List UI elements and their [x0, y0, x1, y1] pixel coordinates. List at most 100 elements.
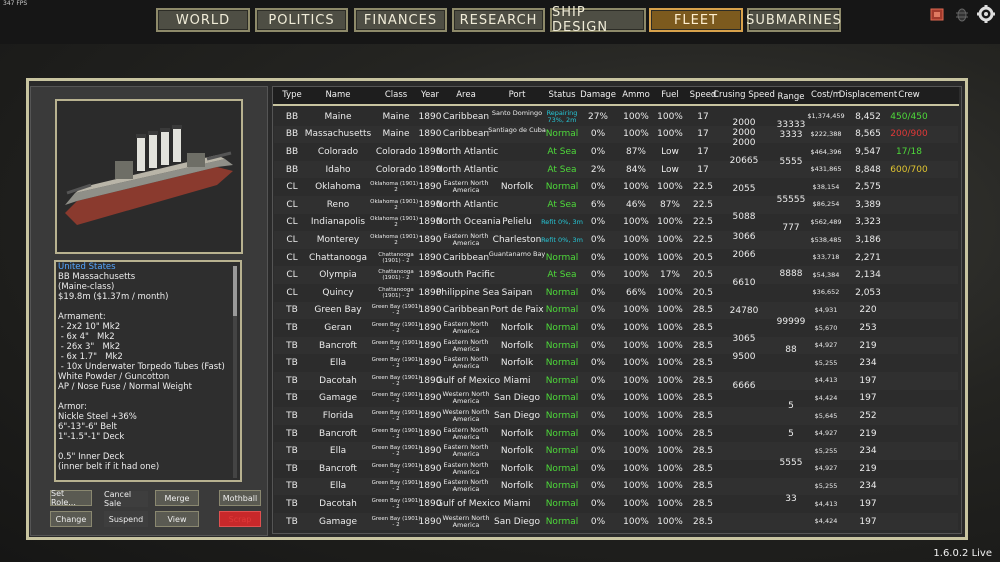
- change-button[interactable]: Change: [50, 511, 92, 527]
- cell-disp: 2,053: [855, 287, 881, 298]
- description-line: AP / Nose Fuse / Normal Weight: [58, 382, 192, 392]
- cell-name: Ella: [329, 446, 347, 457]
- cell-speed: 28.5: [692, 446, 714, 457]
- nav-tab-politics[interactable]: POLITICS: [255, 8, 348, 32]
- ship-preview: [55, 99, 243, 254]
- cell-name: Ella: [329, 358, 347, 369]
- range-value: 33: [785, 494, 797, 504]
- description-line: - 6x 4" Mk2: [58, 332, 115, 342]
- cell-port: Santo Domingo: [491, 108, 543, 117]
- cell-name: Oklahoma: [315, 182, 361, 193]
- cell-area: Eastern North America: [443, 355, 489, 371]
- cell-speed: 28.5: [692, 428, 714, 439]
- range-value: 5: [788, 429, 794, 439]
- cell-disp: 3,389: [855, 199, 881, 210]
- cruising-speed-value: 2055: [732, 184, 756, 194]
- cell-area: North Atlantic: [436, 199, 499, 210]
- version-label: 1.6.0.2 Live: [933, 548, 992, 559]
- nav-tab-fleet[interactable]: FLEET: [649, 8, 743, 32]
- nav-tab-research[interactable]: RESEARCH: [452, 8, 545, 32]
- cell-area: Eastern North America: [443, 460, 489, 476]
- cell-disp: 2,271: [855, 252, 881, 263]
- nav-tab-submarines[interactable]: SUBMARINES: [746, 8, 841, 32]
- description-line: (Maine-class): [58, 282, 115, 292]
- nav-tab-finances[interactable]: FINANCES: [354, 8, 447, 32]
- cell-crew: 450/450: [890, 111, 928, 122]
- fps-counter: 347 FPS: [3, 0, 28, 7]
- description-line: White Powder / Guncotton: [58, 372, 170, 382]
- description-line: (inner belt if it had one): [58, 462, 160, 472]
- cell-name: Reno: [326, 199, 350, 210]
- cell-name: Monterey: [316, 235, 360, 245]
- range-value: 8888: [779, 269, 803, 279]
- cell-disp: 3,323: [855, 217, 881, 228]
- description-scroll-thumb[interactable]: [233, 266, 237, 316]
- gear-icon[interactable]: [976, 4, 996, 24]
- cell-speed: 28.5: [692, 463, 714, 474]
- description-line: - 10x Underwater Torpedo Tubes (Fast): [58, 362, 225, 372]
- cell-area: Eastern North America: [443, 478, 489, 494]
- range-value: 3333: [779, 130, 803, 140]
- cell-area: North Atlantic: [436, 147, 499, 157]
- cell-area: Western North America: [442, 513, 490, 529]
- ship-model-image: [57, 101, 241, 252]
- description-line: [56, 392, 240, 402]
- cell-speed: 17: [697, 164, 709, 175]
- cell-area: Eastern North America: [443, 443, 489, 459]
- cell-area: Eastern North America: [443, 425, 489, 441]
- cruising-speed-value: 6610: [732, 278, 756, 288]
- description-line: - 26x 3" Mk2: [58, 342, 121, 352]
- cell-area: North Atlantic: [436, 164, 499, 175]
- range-value: 33333: [776, 120, 806, 130]
- description-line: Armament:: [58, 312, 106, 322]
- nav-tab-world[interactable]: WORLD: [156, 8, 250, 32]
- cell-crew: 17/18: [896, 147, 922, 157]
- cell-speed: 28.5: [692, 393, 714, 404]
- view-button[interactable]: View: [155, 511, 199, 527]
- description-line: 0.5" Inner Deck: [58, 452, 125, 462]
- ship-description-lines: United States BB Massachusetts (Maine-clas…: [56, 262, 240, 480]
- description-line: Nickle Steel +36%: [58, 412, 137, 422]
- description-line: [56, 302, 240, 312]
- cell-disp: 197: [859, 516, 877, 527]
- cell-crew: 600/700: [890, 164, 928, 175]
- cruising-speed-value: 2066: [732, 250, 756, 260]
- cell-disp: 2,134: [855, 270, 881, 281]
- description-line: $19.8m ($1.37m / month): [58, 292, 169, 302]
- cell-name: Ella: [329, 481, 347, 492]
- mothball-button[interactable]: Mothball: [219, 490, 261, 506]
- cell-name: Green Bay: [314, 305, 362, 316]
- cell-name: Bancroft: [319, 340, 357, 351]
- cell-area: Western North America: [442, 408, 490, 423]
- cell-name: Bancroft: [319, 428, 357, 439]
- nav-tab-ship-design[interactable]: SHIP DESIGN: [550, 5, 646, 35]
- range-value: 88: [785, 345, 797, 355]
- cell-name: Chattanooga: [308, 252, 368, 263]
- cell-name: Bancroft: [319, 463, 357, 474]
- cell-disp: 197: [859, 393, 877, 404]
- cell-speed: 28.5: [692, 411, 714, 421]
- cancel-sale-button[interactable]: Cancel Sale: [104, 490, 148, 508]
- stamp-icon[interactable]: [928, 5, 946, 23]
- cell-disp: 234: [859, 358, 877, 369]
- cell-crew: 200/900: [890, 129, 928, 140]
- cell-name: Quincy: [322, 287, 354, 298]
- merge-button[interactable]: Merge: [155, 490, 199, 506]
- cell-name: Gamage: [318, 393, 358, 404]
- cell-disp: 197: [859, 375, 877, 386]
- set-role-button[interactable]: Set Role...: [50, 489, 92, 507]
- description-line: United States: [58, 262, 116, 272]
- description-line: - 2x2 10" Mk2: [58, 322, 121, 332]
- cell-disp: 219: [859, 463, 877, 474]
- description-line: BB Massachusetts: [58, 272, 136, 282]
- cruising-speed-value: 24780: [729, 306, 759, 316]
- range-value: 5: [788, 401, 794, 411]
- cell-name: Florida: [322, 411, 354, 421]
- cell-disp: 219: [859, 428, 877, 439]
- suspend-button[interactable]: Suspend: [104, 511, 148, 527]
- column-header-crew[interactable]: Crew: [869, 90, 949, 100]
- scrap-button[interactable]: Scrap: [219, 511, 261, 527]
- cell-disp: 219: [859, 340, 877, 351]
- bug-icon[interactable]: [953, 5, 971, 23]
- cell-speed: 28.5: [692, 499, 714, 509]
